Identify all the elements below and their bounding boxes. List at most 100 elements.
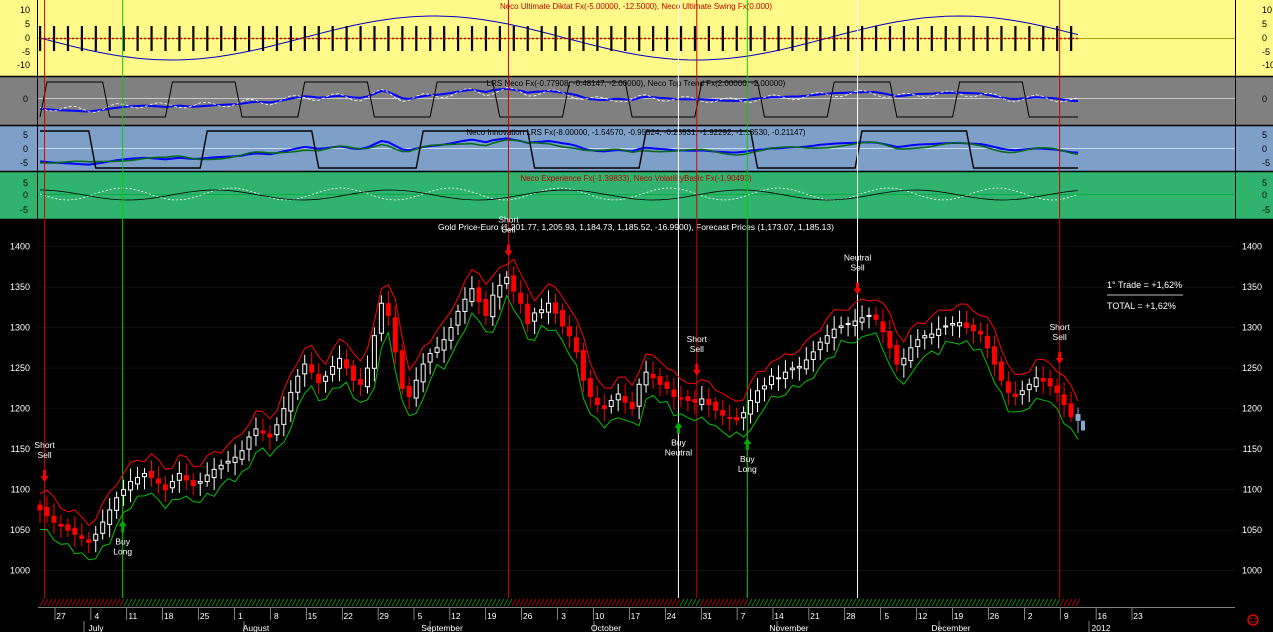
month-label: September — [421, 623, 463, 632]
candle-body — [650, 373, 656, 379]
signal-label: Long — [113, 546, 132, 556]
trading-chart-window: { "panels": { "diktat": { "title": "Neco… — [0, 0, 1273, 632]
candle-body — [824, 335, 830, 344]
signal-label: Sell — [690, 344, 704, 354]
y-tick-label: 1200 — [10, 404, 30, 414]
day-label: 18 — [164, 611, 174, 621]
candle-body — [608, 400, 614, 407]
month-label: August — [243, 623, 270, 632]
month-label: November — [769, 623, 808, 632]
candle-body — [518, 292, 524, 304]
candle-body — [462, 298, 468, 312]
day-label: 28 — [846, 611, 856, 621]
candle-body — [148, 470, 154, 479]
candle-body — [169, 481, 175, 489]
candle-body — [845, 323, 851, 326]
day-label: 11 — [128, 611, 137, 621]
candle-body — [364, 367, 370, 388]
candle-body — [685, 396, 691, 402]
candle-body — [476, 287, 482, 303]
candle-body — [929, 333, 935, 338]
candle-body — [803, 359, 809, 370]
day-label: 23 — [1133, 611, 1143, 621]
day-label: 26 — [523, 611, 533, 621]
candle-body — [218, 464, 224, 470]
day-label: 2 — [1028, 611, 1033, 621]
candle-body — [984, 335, 990, 349]
candle-body — [587, 378, 593, 397]
candle-body — [392, 317, 398, 353]
day-label: 17 — [631, 611, 641, 621]
candle-body — [559, 310, 565, 327]
candle-body — [1026, 383, 1032, 391]
candle-body — [977, 330, 983, 335]
candle-body — [295, 375, 301, 393]
tick-label: 5 — [1262, 178, 1267, 188]
candle-body — [734, 417, 740, 421]
tick-label: 10 — [1262, 5, 1272, 15]
candle-body — [385, 303, 391, 316]
candle-body — [176, 472, 182, 481]
day-label: 29 — [379, 611, 389, 621]
candle-body — [183, 475, 189, 481]
tick-label: -10 — [17, 60, 30, 70]
candle-body — [706, 398, 712, 406]
y-tick-label: 1050 — [10, 525, 30, 535]
candle-body — [302, 363, 308, 375]
candle-body — [964, 322, 970, 329]
candle-body — [420, 363, 426, 383]
candle-body — [1054, 385, 1060, 393]
candle-body — [643, 371, 649, 386]
month-label: July — [88, 623, 104, 632]
candle-body — [1061, 394, 1067, 406]
candle-body — [497, 284, 503, 298]
candle-body — [580, 349, 586, 381]
signal-label: Long — [738, 464, 757, 474]
candle-body — [546, 302, 552, 313]
signal-label: Sell — [501, 225, 515, 235]
signal-label: Short — [687, 334, 708, 344]
signal-label: Buy — [671, 438, 686, 448]
tick-label: 10 — [20, 5, 30, 15]
candle-body — [755, 390, 761, 403]
tick-label: -5 — [22, 47, 30, 57]
y-tick-label-right: 1350 — [1242, 282, 1262, 292]
y-tick-label: 1100 — [11, 485, 30, 495]
diktat-title: Neco Ultimate Diktat Fx(-5.00000, -12.50… — [500, 2, 772, 11]
candle-body — [246, 436, 252, 450]
signal-label: Sell — [37, 450, 51, 460]
candle-body — [748, 400, 754, 415]
candle-body — [135, 477, 141, 485]
day-label: 16 — [1097, 611, 1107, 621]
candle-body — [991, 346, 997, 365]
diktat-bar — [234, 26, 237, 51]
trade-result: 1° Trade = +1,62% — [1107, 280, 1182, 290]
day-label: 5 — [884, 611, 889, 621]
candle-body — [79, 535, 85, 539]
day-label: 12 — [451, 611, 461, 621]
candle-body — [455, 310, 461, 326]
candle-body — [936, 328, 942, 336]
candle-body — [225, 460, 231, 464]
candle-body — [998, 361, 1004, 381]
candle-body — [657, 376, 663, 385]
candle-body — [483, 298, 489, 316]
candle-body — [1033, 377, 1039, 388]
y-tick-label-right: 1150 — [1243, 444, 1262, 454]
signal-label: Sell — [850, 263, 864, 273]
chart-canvas: 10 5 0 -5 -10 10 5 0 -5 -10 0 0 5 0 -5 5… — [0, 0, 1273, 632]
y-tick-label: 1400 — [10, 242, 30, 252]
candle-body — [887, 330, 893, 349]
tick-label: 5 — [1262, 19, 1267, 29]
candle-body — [566, 326, 572, 337]
candle-body — [915, 339, 921, 348]
tick-label: -5 — [20, 158, 28, 168]
candle-body — [810, 351, 816, 360]
candle-body — [72, 527, 78, 535]
candle-body — [128, 481, 134, 491]
y-tick-label-right: 1000 — [1242, 566, 1262, 576]
candle-body — [413, 379, 419, 399]
candle-body — [58, 523, 64, 527]
candle-body — [922, 335, 928, 339]
candle-body — [155, 478, 161, 484]
